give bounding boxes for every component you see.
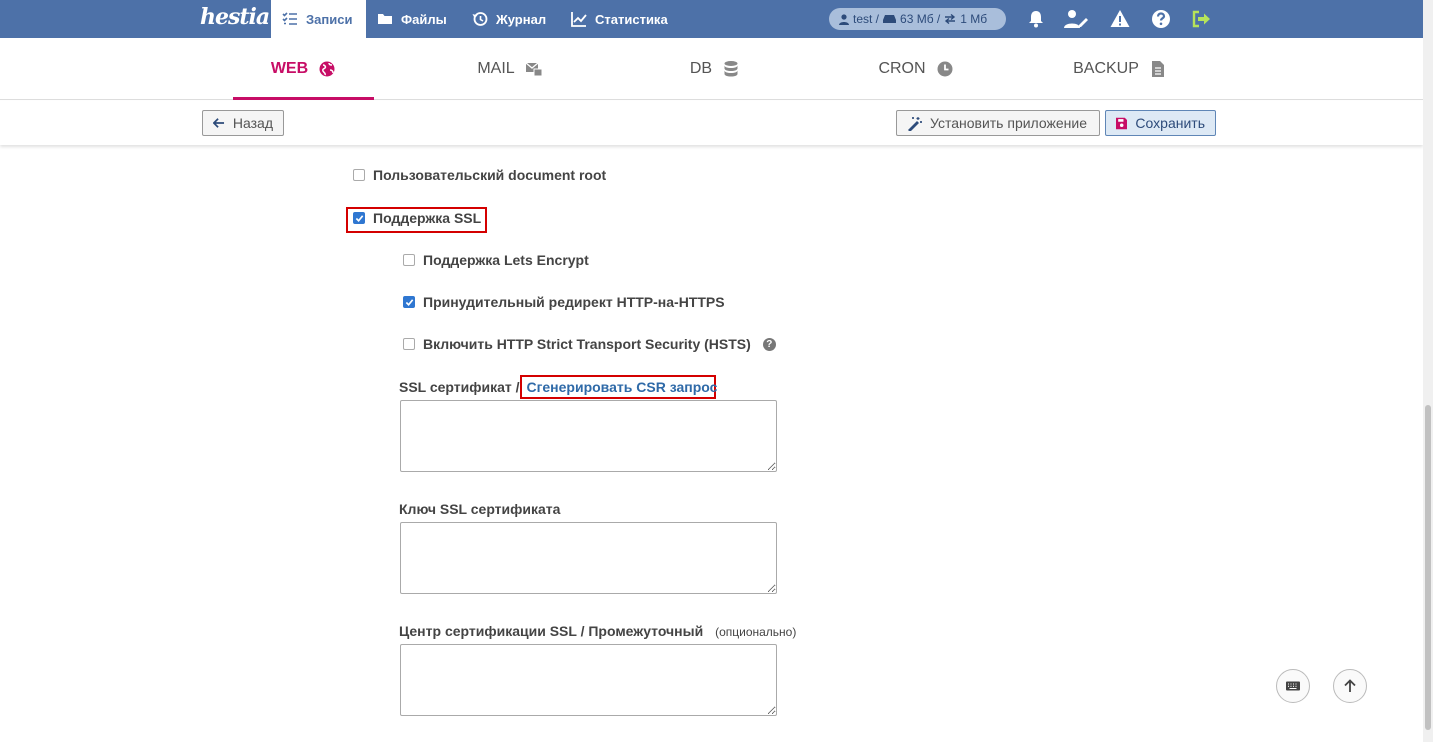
transfer-icon bbox=[945, 14, 956, 24]
install-app-button[interactable]: Установить приложение bbox=[896, 110, 1100, 136]
database-icon bbox=[724, 61, 738, 77]
page-scrollbar[interactable] bbox=[1423, 0, 1433, 742]
save-icon bbox=[1116, 117, 1128, 129]
usage-disk: 63 Мб / bbox=[900, 12, 941, 26]
ssl-key-textarea[interactable] bbox=[400, 522, 777, 594]
arrow-left-icon bbox=[213, 118, 225, 128]
force-https-row[interactable]: Принудительный редирект HTTP-на-HTTPS bbox=[403, 294, 725, 310]
list-icon bbox=[282, 12, 297, 25]
tab-web[interactable]: WEB bbox=[233, 38, 374, 100]
tab-backup[interactable]: BACKUP bbox=[1050, 38, 1190, 100]
letsencrypt-checkbox[interactable] bbox=[403, 254, 415, 266]
section-tabs: WEB MAIL DB CRON BACKUP bbox=[0, 38, 1423, 100]
back-button-label: Назад bbox=[232, 115, 273, 131]
optional-hint: (опционально) bbox=[715, 625, 797, 639]
keyboard-shortcuts-button[interactable] bbox=[1276, 669, 1310, 703]
custom-docroot-checkbox[interactable] bbox=[353, 169, 365, 181]
user-edit-icon[interactable] bbox=[1064, 9, 1088, 29]
globe-icon bbox=[319, 61, 335, 77]
ssl-key-label: Ключ SSL сертификата bbox=[399, 501, 561, 517]
ssl-support-row[interactable]: Поддержка SSL bbox=[353, 210, 481, 226]
history-icon bbox=[472, 12, 488, 26]
tab-mail[interactable]: MAIL bbox=[440, 38, 580, 100]
custom-docroot-row[interactable]: Пользовательский document root bbox=[353, 167, 606, 183]
keyboard-icon bbox=[1286, 681, 1300, 691]
ssl-cert-textarea[interactable] bbox=[400, 400, 777, 472]
tab-label: CRON bbox=[878, 60, 926, 77]
hestia-logo[interactable]: hestia bbox=[200, 4, 270, 30]
nav-item-label: Статистика bbox=[595, 11, 668, 27]
letsencrypt-label: Поддержка Lets Encrypt bbox=[423, 252, 589, 268]
help-icon[interactable] bbox=[1151, 9, 1171, 29]
tab-label: DB bbox=[689, 60, 713, 77]
custom-docroot-label: Пользовательский document root bbox=[373, 167, 607, 183]
file-icon bbox=[1151, 61, 1164, 77]
ssl-support-label: Поддержка SSL bbox=[373, 210, 482, 226]
ssl-ca-label: Центр сертификации SSL / Промежуточный (… bbox=[399, 623, 796, 639]
force-https-label: Принудительный редирект HTTP-на-HTTPS bbox=[423, 294, 725, 310]
check-icon bbox=[405, 298, 413, 306]
ssl-ca-label-text: Центр сертификации SSL / Промежуточный bbox=[399, 623, 704, 639]
tab-label: BACKUP bbox=[1073, 60, 1139, 77]
tab-db[interactable]: DB bbox=[645, 38, 785, 100]
usage-user: test / bbox=[853, 12, 880, 26]
tab-label: WEB bbox=[270, 60, 309, 77]
usage-badge[interactable]: test / 63 Мб / 1 Мб bbox=[829, 8, 1006, 30]
tab-label: MAIL bbox=[477, 60, 515, 77]
hsts-checkbox[interactable] bbox=[403, 338, 415, 350]
nav-item-log[interactable]: Журнал bbox=[472, 0, 546, 38]
hsts-label: Включить HTTP Strict Transport Security … bbox=[423, 336, 751, 352]
scrollbar-thumb[interactable] bbox=[1425, 405, 1431, 730]
arrow-up-icon bbox=[1344, 679, 1356, 692]
hsts-row[interactable]: Включить HTTP Strict Transport Security … bbox=[403, 336, 776, 352]
nav-item-label: Журнал bbox=[496, 11, 547, 27]
ssl-ca-textarea[interactable] bbox=[400, 644, 777, 716]
save-button[interactable]: Сохранить bbox=[1105, 110, 1216, 136]
save-button-label: Сохранить bbox=[1135, 115, 1205, 131]
nav-item-files[interactable]: Файлы bbox=[377, 0, 447, 38]
ssl-cert-label-text: SSL сертификат / bbox=[399, 379, 520, 395]
force-https-checkbox[interactable] bbox=[403, 296, 415, 308]
bell-icon[interactable] bbox=[1026, 9, 1046, 29]
folder-icon bbox=[378, 14, 392, 24]
scroll-top-button[interactable] bbox=[1333, 669, 1367, 703]
nav-item-stats[interactable]: Статистика bbox=[571, 0, 668, 38]
magic-wand-icon bbox=[908, 116, 922, 131]
warning-icon[interactable] bbox=[1110, 9, 1130, 29]
form-content: Пользовательский document root Поддержка… bbox=[0, 145, 1423, 742]
question-circle-icon[interactable]: ? bbox=[762, 337, 776, 351]
top-navbar: hestia Записи Файлы Журнал Статистика te… bbox=[0, 0, 1423, 38]
ssl-cert-label: SSL сертификат / Сгенерировать CSR запро… bbox=[399, 379, 717, 395]
logout-icon[interactable] bbox=[1191, 9, 1211, 29]
clock-icon bbox=[937, 61, 953, 77]
check-icon bbox=[355, 214, 363, 222]
user-icon bbox=[839, 13, 849, 25]
back-button[interactable]: Назад bbox=[202, 110, 284, 136]
nav-item-records[interactable]: Записи bbox=[271, 0, 366, 38]
install-app-label: Установить приложение bbox=[930, 115, 1088, 131]
nav-item-label: Файлы bbox=[401, 11, 447, 27]
letsencrypt-row[interactable]: Поддержка Lets Encrypt bbox=[403, 252, 589, 268]
generate-csr-link[interactable]: Сгенерировать CSR запрос bbox=[526, 379, 717, 395]
ssl-support-checkbox[interactable] bbox=[353, 212, 365, 224]
mail-icon bbox=[525, 62, 543, 77]
action-toolbar: Назад Установить приложение Сохранить bbox=[0, 101, 1423, 145]
chart-icon bbox=[571, 12, 587, 27]
usage-bandwidth: 1 Мб bbox=[960, 12, 988, 26]
disk-icon bbox=[883, 15, 897, 23]
tab-cron[interactable]: CRON bbox=[846, 38, 986, 100]
nav-item-label: Записи bbox=[306, 11, 353, 27]
